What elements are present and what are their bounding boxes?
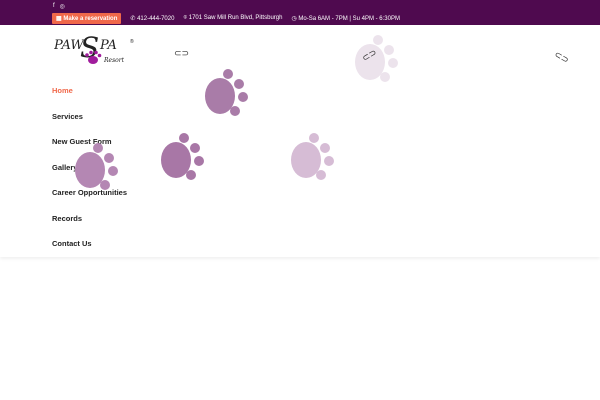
- facebook-icon[interactable]: f: [53, 3, 55, 10]
- make-reservation-button[interactable]: ▦ Make a reservation: [52, 13, 122, 24]
- location-icon: ⌾: [183, 15, 188, 21]
- paw-print-icon: [291, 133, 334, 180]
- svg-text:PA: PA: [99, 38, 117, 53]
- paw-print-icon: [75, 143, 118, 190]
- phone-link[interactable]: ✆ 412-444-7020: [130, 15, 174, 22]
- paw-print-icon: [355, 35, 398, 82]
- clock-icon: ◷: [291, 16, 297, 22]
- paw-print-icon: [161, 133, 204, 180]
- nav-services[interactable]: Services: [52, 112, 127, 138]
- paw-print-icon: [205, 69, 248, 116]
- phone-icon: ✆: [130, 16, 136, 22]
- phone-text: 412-444-7020: [137, 16, 175, 22]
- top-bar: f ◎ ▦ Make a reservation ✆ 412-444-7020 …: [0, 0, 600, 25]
- hours-text: Mo-Sa 6AM - 7PM | Su 4PM - 6:30PM: [298, 16, 400, 22]
- address-text: 1701 Saw Mill Run Blvd, Pittsburgh: [188, 15, 283, 21]
- logo[interactable]: PAW S PA ® Resort: [53, 31, 136, 69]
- reservation-label: Make a reservation: [63, 16, 118, 22]
- svg-text:®: ®: [130, 38, 134, 45]
- bone-icon: ⊂⊃: [174, 48, 190, 58]
- instagram-icon[interactable]: ◎: [60, 3, 65, 10]
- social-links: f ◎: [53, 3, 65, 10]
- nav-home[interactable]: Home: [52, 86, 127, 112]
- hours: ◷ Mo-Sa 6AM - 7PM | Su 4PM - 6:30PM: [291, 15, 400, 22]
- svg-text:Resort: Resort: [103, 57, 125, 64]
- nav-records[interactable]: Records: [52, 214, 127, 240]
- address-link[interactable]: ⌾ 1701 Saw Mill Run Blvd, Pittsburgh: [183, 15, 282, 22]
- nav-contact-us[interactable]: Contact Us: [52, 239, 127, 265]
